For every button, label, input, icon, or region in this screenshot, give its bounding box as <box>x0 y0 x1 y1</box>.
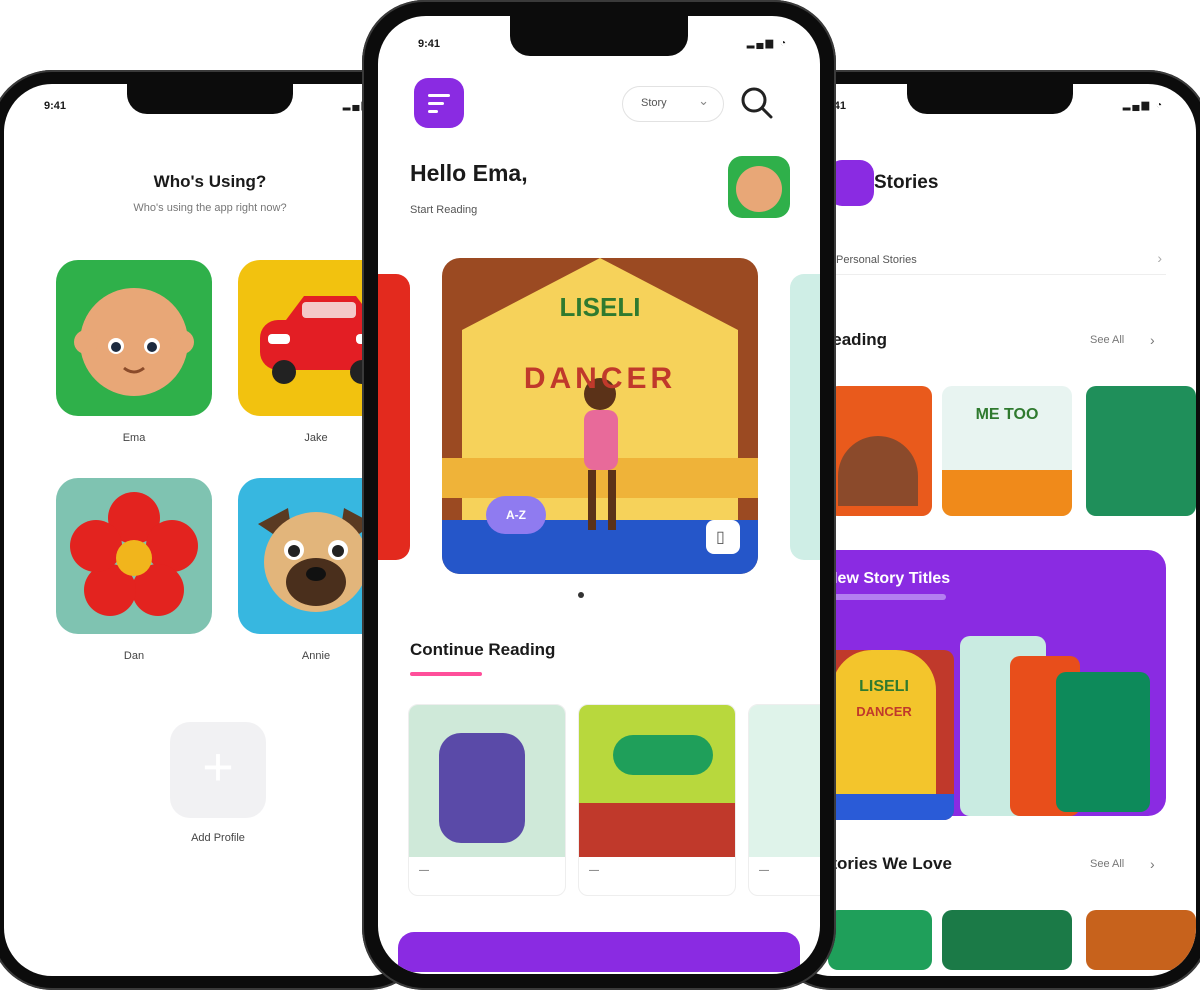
book-art <box>838 436 918 506</box>
reading-book-3[interactable] <box>1086 386 1196 516</box>
see-all-reading-link[interactable]: See All <box>1090 334 1124 346</box>
love-book-1[interactable] <box>828 910 932 970</box>
reading-book-2[interactable]: ME TOO <box>942 386 1072 516</box>
carousel-prev-card[interactable] <box>378 274 410 560</box>
flower-icon <box>70 492 198 616</box>
language-label: Story <box>641 97 667 109</box>
continue-book-1[interactable]: — <box>408 704 566 896</box>
center-phone-screen: 9:41 ▂▄▆ ◔ Story ⌄ Hello Ema, Start Read… <box>378 16 820 974</box>
see-all-love-link[interactable]: See All <box>1090 858 1124 870</box>
hamburger-icon <box>428 94 450 113</box>
book-progress-caption: — <box>589 865 599 876</box>
bottom-purple-bar <box>398 932 800 972</box>
chevron-down-icon: ⌄ <box>698 93 709 108</box>
carousel-dot-indicator[interactable] <box>578 592 584 598</box>
avatar-face <box>736 166 782 212</box>
continue-book-2[interactable]: — <box>578 704 736 896</box>
banner-book-4 <box>1056 672 1150 812</box>
book-cover <box>409 705 565 857</box>
book-art <box>613 735 713 775</box>
phone-notch <box>907 84 1073 114</box>
book-art <box>942 470 1072 516</box>
search-button[interactable] <box>738 84 776 122</box>
stories-title: Stories <box>874 172 939 193</box>
chevron-right-icon: › <box>1157 250 1162 266</box>
love-book-2[interactable] <box>942 910 1072 970</box>
book-progress-caption: — <box>759 865 769 876</box>
status-icons: ▂▄▆ ◔ <box>746 38 788 49</box>
book-art <box>439 733 525 843</box>
carousel-next-card[interactable] <box>790 274 820 560</box>
chevron-right-icon: › <box>1150 856 1155 872</box>
stories-we-love-title: Stories We Love <box>820 854 952 873</box>
reading-book-1[interactable] <box>828 386 932 516</box>
section-underline <box>410 672 482 676</box>
book-cover <box>579 705 735 857</box>
love-book-3[interactable] <box>1086 910 1196 970</box>
whos-using-title: Who's Using? <box>153 172 267 191</box>
continue-reading-title: Continue Reading <box>410 640 556 659</box>
phone-notch <box>510 16 688 56</box>
plus-icon: + <box>202 737 234 797</box>
continue-book-3[interactable]: — <box>748 704 820 896</box>
bookmark-button[interactable]: ▯ <box>706 520 740 554</box>
user-avatar[interactable] <box>728 156 790 218</box>
new-titles-banner[interactable]: New Story Titles LISELI DANCER <box>810 550 1166 820</box>
add-profile-button[interactable]: + <box>170 722 266 818</box>
greeting-title: Hello Ema, <box>410 160 528 186</box>
status-icons: ▂▄▆ ◔ <box>1122 100 1164 111</box>
profile-tile-ema[interactable] <box>56 260 212 416</box>
status-time: 9:41 <box>418 38 441 50</box>
status-time: 9:41 <box>44 100 67 112</box>
menu-button[interactable] <box>414 78 464 128</box>
featured-book-card[interactable]: LISELI DANCER A-Z ▯ <box>442 258 758 574</box>
banner-subtitle-line <box>826 594 946 600</box>
book-cover <box>749 705 820 857</box>
level-badge: A-Z <box>486 496 546 534</box>
featured-cover-title-1: LISELI <box>559 292 641 322</box>
featured-cover-title-2: DANCER <box>523 362 677 395</box>
book-progress-caption: — <box>419 865 429 876</box>
filter-label: Personal Stories <box>836 254 917 266</box>
chevron-right-icon: › <box>1150 332 1155 348</box>
right-phone-screen: 9:41 ▂▄▆ ◔ Stories Personal Stories › Re… <box>784 84 1196 976</box>
profile-name-dan: Dan <box>123 650 145 662</box>
profile-tile-dan[interactable] <box>56 478 212 634</box>
left-phone-screen: 9:41 ▂▄▆ ◔ Who's Using? Who's using the … <box>4 84 416 976</box>
language-dropdown[interactable]: Story ⌄ <box>622 86 724 122</box>
greeting-subtitle: Start Reading <box>410 204 478 216</box>
bookmark-icon: ▯ <box>716 529 725 546</box>
whos-using-subtitle: Who's using the app right now? <box>133 202 287 214</box>
book-art <box>579 803 735 857</box>
baby-avatar-icon <box>74 288 194 396</box>
center-phone: 9:41 ▂▄▆ ◔ Story ⌄ Hello Ema, Start Read… <box>362 0 836 990</box>
phone-notch <box>127 84 293 114</box>
filter-dropdown[interactable]: Personal Stories › <box>814 248 1166 275</box>
profile-name-ema: Ema <box>122 432 146 444</box>
banner-title: New Story Titles <box>826 570 951 587</box>
add-profile-label: Add Profile <box>191 832 245 844</box>
small-cover-text: ME TOO <box>975 406 1039 423</box>
search-icon <box>741 87 773 119</box>
